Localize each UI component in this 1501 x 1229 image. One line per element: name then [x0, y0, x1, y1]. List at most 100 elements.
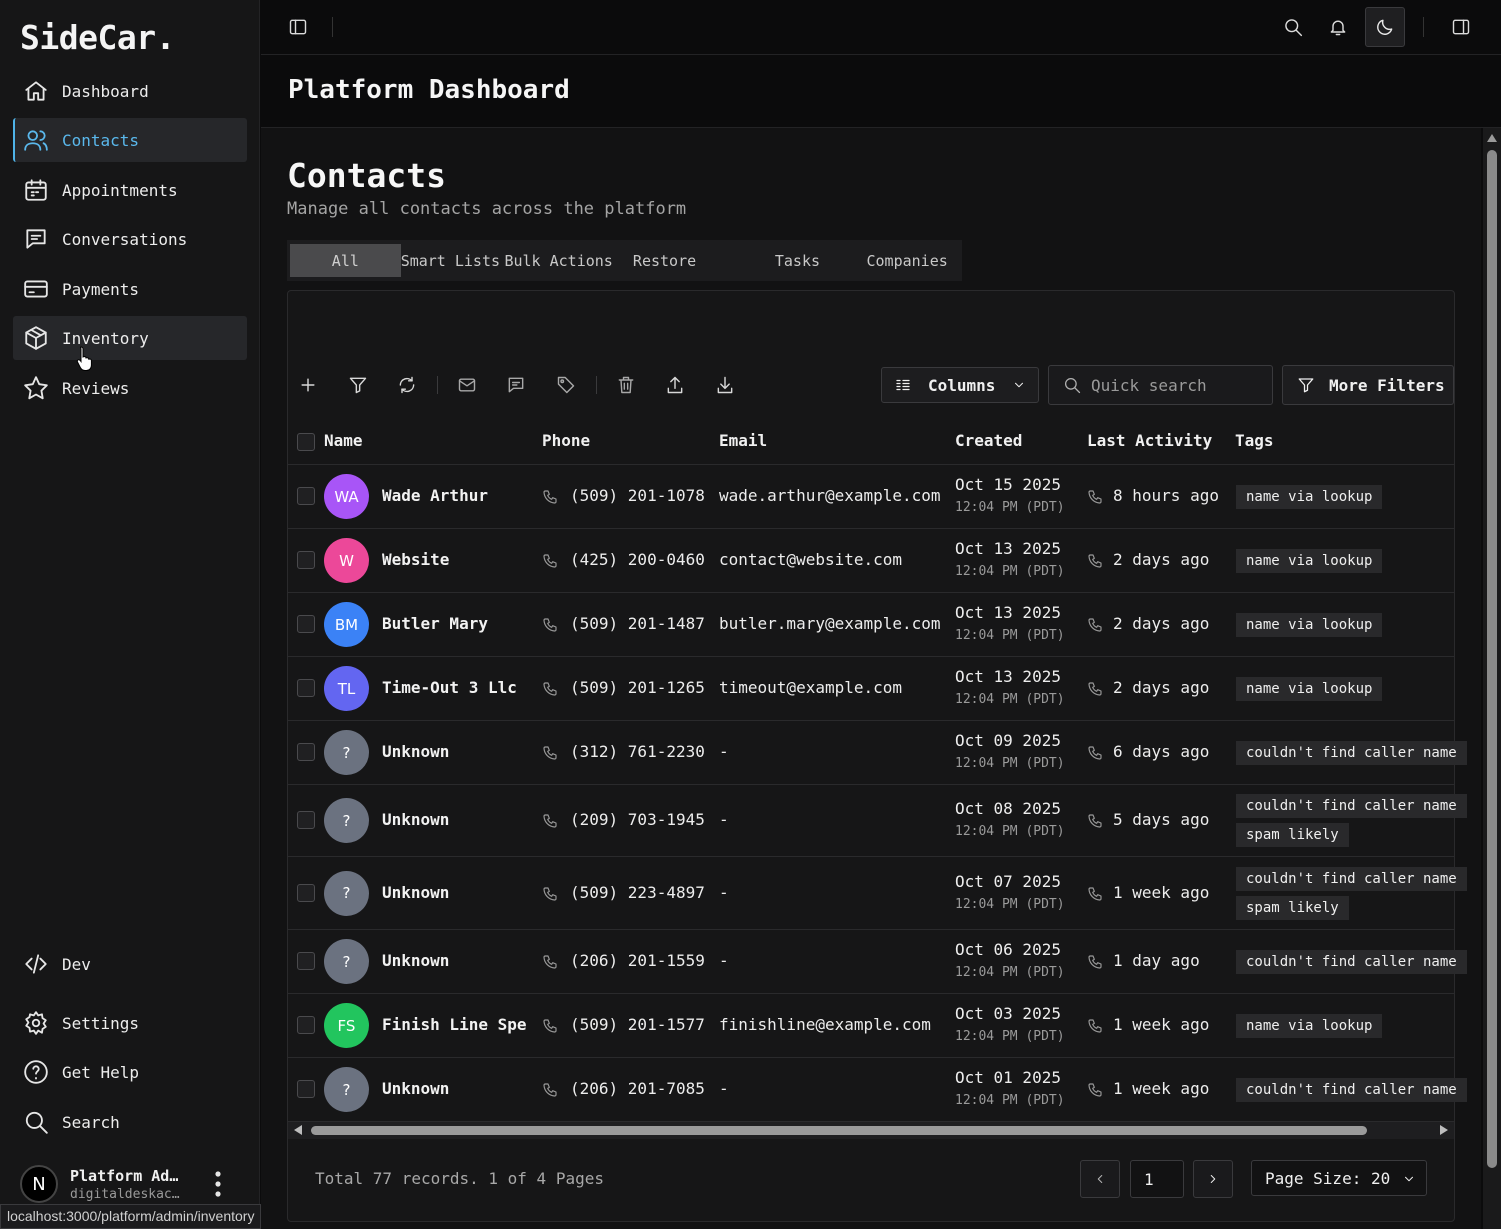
- sidebar-item-get-help[interactable]: Get Help: [13, 1050, 247, 1094]
- message-icon[interactable]: [506, 375, 526, 395]
- row-checkbox[interactable]: [297, 952, 315, 970]
- row-checkbox[interactable]: [297, 1080, 315, 1098]
- contact-name[interactable]: Unknown: [382, 810, 449, 829]
- contact-phone[interactable]: (425) 200-0460: [570, 550, 705, 569]
- table-row[interactable]: BM Butler Mary (509) 201-1487 butler.mary@e…: [288, 593, 1454, 657]
- tag-badge[interactable]: spam likely: [1236, 895, 1349, 920]
- table-row[interactable]: ? Unknown (206) 201-7085- Oct 01 2025 12:04 …: [288, 1058, 1467, 1122]
- sidebar-item-dashboard[interactable]: Dashboard: [13, 69, 247, 113]
- contact-phone[interactable]: (209) 703-1945: [570, 810, 705, 829]
- contact-phone[interactable]: (509) 223-4897: [570, 883, 705, 902]
- panel-right-icon[interactable]: [1451, 17, 1471, 37]
- download-icon[interactable]: [715, 375, 735, 395]
- column-header-phone[interactable]: Phone: [542, 431, 590, 450]
- contact-email[interactable]: finishline@example.com: [719, 1015, 931, 1034]
- tab-all[interactable]: All: [290, 244, 401, 277]
- theme-toggle-button[interactable]: [1365, 7, 1405, 47]
- contact-email[interactable]: -: [719, 1079, 729, 1098]
- tag-badge[interactable]: couldn't find caller name: [1236, 950, 1467, 974]
- row-checkbox[interactable]: [297, 883, 315, 902]
- contact-email[interactable]: -: [719, 951, 729, 970]
- filter-icon[interactable]: [348, 375, 368, 395]
- contact-name[interactable]: Unknown: [382, 883, 449, 902]
- column-header-name[interactable]: Name: [324, 431, 363, 450]
- more-filters-button[interactable]: More Filters: [1282, 365, 1454, 405]
- more-vertical-icon[interactable]: [215, 1170, 221, 1198]
- sidebar-toggle-icon[interactable]: [288, 17, 308, 37]
- scroll-left-arrow-icon[interactable]: [294, 1125, 302, 1135]
- tag-badge[interactable]: name via lookup: [1236, 613, 1383, 637]
- column-header-created[interactable]: Created: [955, 431, 1022, 450]
- sidebar-item-inventory[interactable]: Inventory: [13, 316, 247, 360]
- contact-name[interactable]: Finish Line Spe: [382, 1015, 527, 1034]
- row-checkbox[interactable]: [297, 679, 315, 697]
- sidebar-item-settings[interactable]: Settings: [13, 1001, 247, 1045]
- tag-badge[interactable]: spam likely: [1236, 823, 1349, 847]
- contact-name[interactable]: Time-Out 3 Llc: [382, 678, 517, 697]
- tab-bulk-actions[interactable]: Bulk Actions: [504, 244, 632, 277]
- scrollbar-thumb[interactable]: [311, 1126, 1367, 1135]
- contact-name[interactable]: Unknown: [382, 742, 449, 761]
- next-page-button[interactable]: [1193, 1160, 1233, 1198]
- table-row[interactable]: W Website (425) 200-0460 contact@website.co…: [288, 529, 1454, 593]
- tag-badge[interactable]: couldn't find caller name: [1236, 741, 1467, 765]
- contact-name[interactable]: Unknown: [382, 1079, 449, 1098]
- row-checkbox[interactable]: [297, 551, 315, 569]
- trash-icon[interactable]: [616, 375, 636, 395]
- contact-email[interactable]: wade.arthur@example.com: [719, 486, 941, 505]
- sidebar-item-payments[interactable]: Payments: [13, 267, 247, 311]
- row-checkbox[interactable]: [297, 811, 315, 829]
- column-header-last-activity[interactable]: Last Activity: [1087, 431, 1212, 450]
- tag-badge[interactable]: couldn't find caller name: [1236, 794, 1467, 818]
- row-checkbox[interactable]: [297, 743, 315, 761]
- contact-email[interactable]: timeout@example.com: [719, 678, 902, 697]
- user-profile[interactable]: N Platform Ad… digitaldeskac…: [20, 1162, 240, 1206]
- contact-name[interactable]: Website: [382, 550, 449, 569]
- sidebar-item-conversations[interactable]: Conversations: [13, 217, 247, 261]
- sidebar-item-contacts[interactable]: Contacts: [13, 118, 247, 162]
- contact-email[interactable]: -: [719, 883, 729, 902]
- contact-phone[interactable]: (206) 201-1559: [570, 951, 705, 970]
- tab-restore[interactable]: Restore: [633, 244, 743, 277]
- vertical-scrollbar[interactable]: [1483, 128, 1501, 1229]
- contact-phone[interactable]: (206) 201-7085: [570, 1079, 705, 1098]
- table-row[interactable]: ? Unknown (206) 201-1559- Oct 06 2025 12:04 …: [288, 930, 1467, 994]
- contact-phone[interactable]: (509) 201-1487: [570, 614, 705, 633]
- quick-search-input[interactable]: Quick search: [1048, 365, 1273, 405]
- scroll-right-arrow-icon[interactable]: [1440, 1125, 1448, 1135]
- table-row[interactable]: ? Unknown (209) 703-1945- Oct 08 2025 12:04 …: [288, 785, 1467, 857]
- scroll-up-arrow-icon[interactable]: [1487, 134, 1497, 142]
- column-header-tags[interactable]: Tags: [1235, 431, 1274, 450]
- table-row[interactable]: TL Time-Out 3 Llc (509) 201-1265 timeout@ex…: [288, 657, 1454, 721]
- contact-phone[interactable]: (509) 201-1265: [570, 678, 705, 697]
- sidebar-item-dev[interactable]: Dev: [13, 942, 247, 986]
- contact-email[interactable]: -: [719, 810, 729, 829]
- tab-tasks[interactable]: Tasks: [743, 244, 853, 277]
- page-size-select[interactable]: Page Size: 20: [1251, 1160, 1427, 1196]
- upload-icon[interactable]: [665, 375, 685, 395]
- tag-badge[interactable]: name via lookup: [1236, 677, 1383, 701]
- tag-badge[interactable]: couldn't find caller name: [1236, 866, 1467, 891]
- contact-name[interactable]: Butler Mary: [382, 614, 488, 633]
- column-header-email[interactable]: Email: [719, 431, 767, 450]
- sidebar-item-reviews[interactable]: Reviews: [13, 366, 247, 410]
- bell-icon[interactable]: [1328, 17, 1348, 37]
- table-row[interactable]: ? Unknown (509) 223-4897- Oct 07 2025 12:04 …: [288, 857, 1467, 930]
- table-row[interactable]: ? Unknown (312) 761-2230- Oct 09 2025 12:04 …: [288, 721, 1467, 785]
- row-checkbox[interactable]: [297, 1016, 315, 1034]
- sidebar-item-search[interactable]: Search: [13, 1100, 247, 1144]
- mail-icon[interactable]: [457, 375, 477, 395]
- contact-email[interactable]: -: [719, 742, 729, 761]
- tag-badge[interactable]: name via lookup: [1236, 485, 1383, 509]
- tab-companies[interactable]: Companies: [852, 244, 962, 277]
- tag-badge[interactable]: couldn't find caller name: [1236, 1078, 1467, 1102]
- contact-name[interactable]: Unknown: [382, 951, 449, 970]
- horizontal-scrollbar[interactable]: [288, 1122, 1454, 1139]
- contact-email[interactable]: contact@website.com: [719, 550, 902, 569]
- page-number-input[interactable]: 1: [1130, 1160, 1184, 1198]
- contact-phone[interactable]: (509) 201-1577: [570, 1015, 705, 1034]
- tag-badge[interactable]: name via lookup: [1236, 1014, 1383, 1038]
- previous-page-button[interactable]: [1080, 1160, 1120, 1198]
- row-checkbox[interactable]: [297, 487, 315, 505]
- row-checkbox[interactable]: [297, 615, 315, 633]
